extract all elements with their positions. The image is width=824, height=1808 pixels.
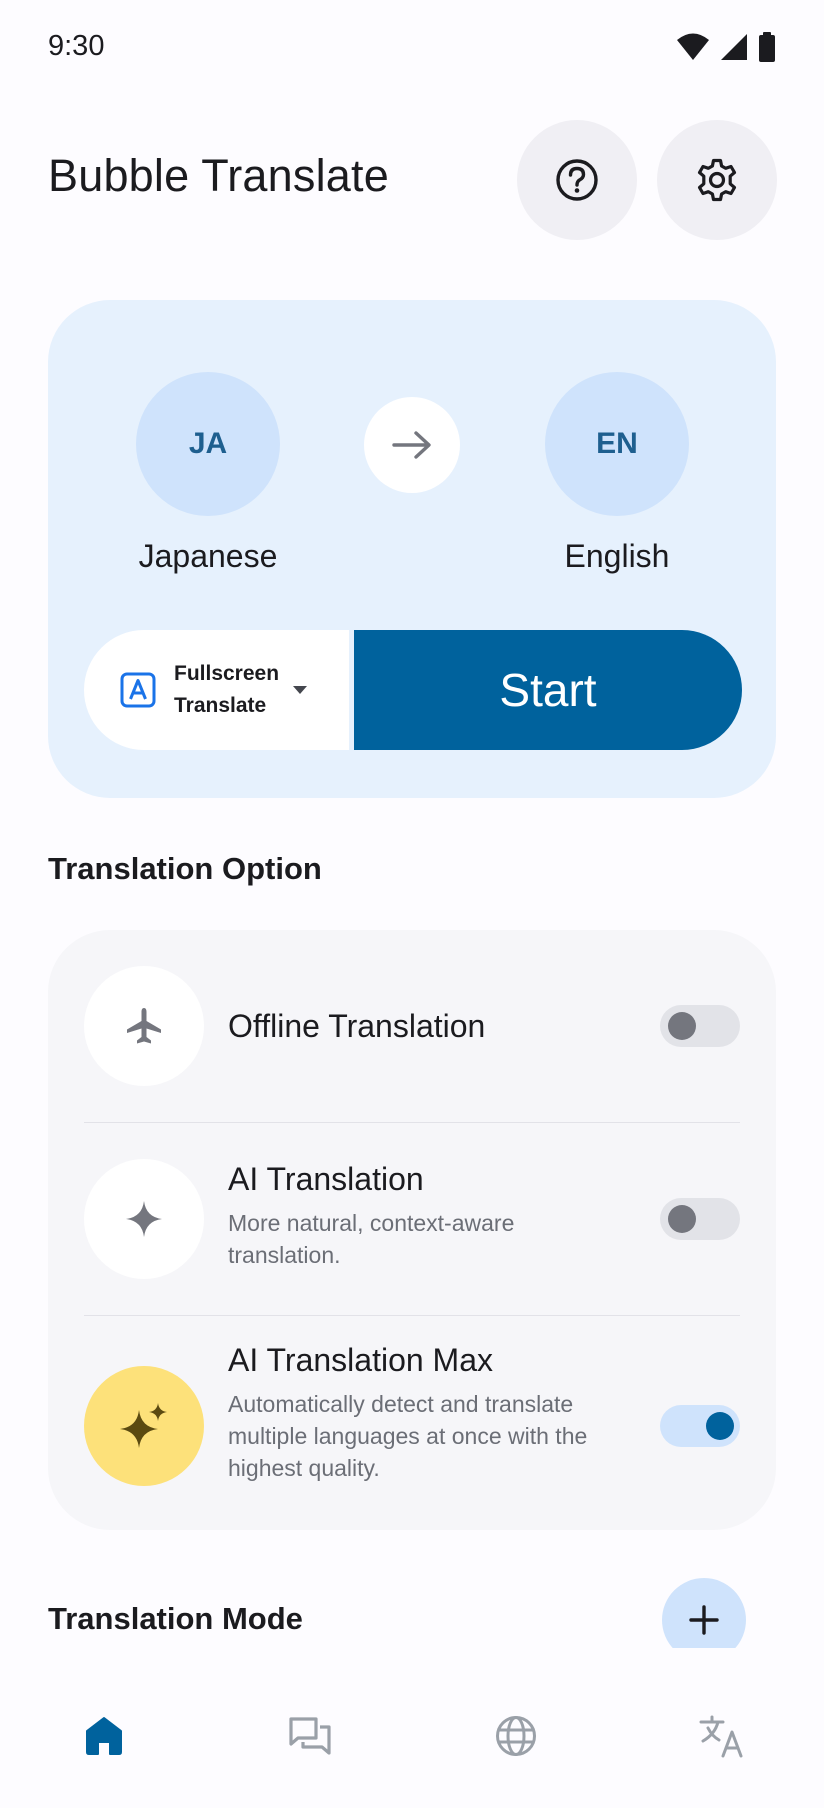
status-bar: 9:30: [0, 0, 824, 96]
arrow-right-icon: [392, 431, 431, 459]
option-row-offline[interactable]: Offline Translation: [48, 930, 776, 1122]
source-language-name: Japanese: [138, 538, 278, 574]
target-language-button[interactable]: EN: [545, 372, 689, 516]
start-button[interactable]: Start: [354, 630, 742, 750]
battery-icon: [759, 32, 775, 62]
nav-home[interactable]: [72, 1704, 136, 1768]
swap-languages-button[interactable]: [364, 397, 460, 493]
toggle-knob: [668, 1012, 696, 1040]
translation-option-heading: Translation Option: [48, 851, 322, 886]
airplane-icon: [127, 1008, 161, 1044]
chat-icon: [289, 1717, 331, 1755]
option-description: Automatically detect and translate multi…: [228, 1391, 588, 1481]
ai-translation-toggle[interactable]: [660, 1198, 740, 1240]
toggle-knob: [706, 1412, 734, 1440]
status-time: 9:30: [48, 30, 105, 62]
source-language-button[interactable]: JA: [136, 372, 280, 516]
translate-icon: [699, 1715, 743, 1758]
translate-mode-label-line2: Translate: [174, 694, 267, 717]
option-row-ai-max[interactable]: AI Translation Max Automatically detect …: [48, 1316, 776, 1530]
signal-icon: [721, 34, 747, 60]
ai-translation-max-toggle[interactable]: [660, 1405, 740, 1447]
translate-mode-dropdown[interactable]: Fullscreen Translate: [84, 630, 349, 750]
help-icon: [556, 159, 598, 201]
app-title: Bubble Translate: [48, 150, 389, 201]
language-card: JA EN Japanese English Fullscreen Transl…: [48, 300, 776, 798]
bottom-navigation: [0, 1648, 824, 1808]
wifi-icon: [677, 33, 709, 60]
plus-icon: [689, 1605, 719, 1635]
help-button[interactable]: [517, 120, 637, 240]
translation-mode-heading: Translation Mode: [48, 1601, 303, 1636]
translate-mode-label-line1: Fullscreen: [174, 662, 280, 685]
nav-globe[interactable]: [484, 1704, 548, 1768]
option-row-ai[interactable]: AI Translation More natural, context-awa…: [48, 1123, 776, 1315]
option-description: More natural, context-aware translation.: [228, 1210, 515, 1268]
fullscreen-translate-icon: [120, 672, 156, 708]
option-icon-container: [84, 1366, 204, 1486]
sparkle-icon: [126, 1201, 162, 1237]
caret-down-icon: [293, 686, 307, 694]
nav-translate[interactable]: [690, 1704, 754, 1768]
option-title: AI Translation: [228, 1161, 424, 1197]
sparkles-icon: [120, 1403, 167, 1448]
target-language-name: English: [564, 538, 670, 574]
status-icons: [676, 32, 776, 62]
toggle-knob: [668, 1205, 696, 1233]
home-icon: [86, 1717, 122, 1755]
settings-button[interactable]: [657, 120, 777, 240]
option-icon-container: [84, 1159, 204, 1279]
option-title: AI Translation Max: [228, 1342, 493, 1378]
target-language-code: EN: [596, 427, 638, 460]
nav-conversations[interactable]: [278, 1704, 342, 1768]
option-title: Offline Translation: [228, 1008, 486, 1044]
offline-translation-toggle[interactable]: [660, 1005, 740, 1047]
globe-icon: [496, 1716, 536, 1756]
translate-mode-label: Fullscreen Translate: [174, 658, 284, 722]
gear-icon: [697, 158, 737, 202]
option-icon-container: [84, 966, 204, 1086]
translation-options-card: Offline Translation AI Translation More …: [48, 930, 776, 1530]
source-language-code: JA: [188, 427, 228, 460]
